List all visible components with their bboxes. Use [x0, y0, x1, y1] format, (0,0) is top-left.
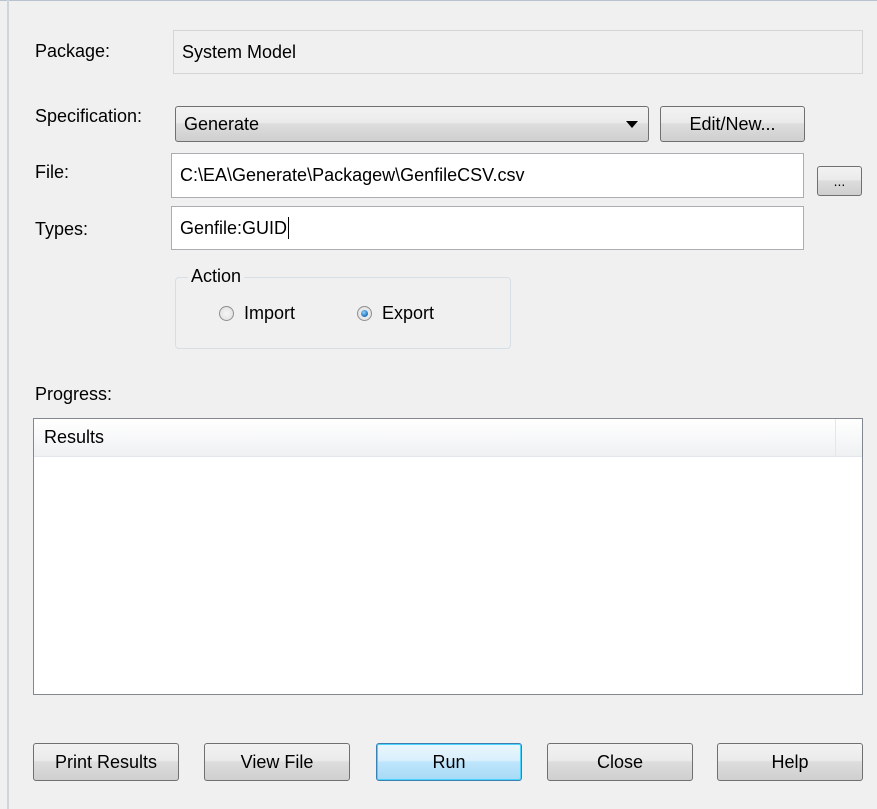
chevron-down-icon — [626, 121, 638, 128]
types-input[interactable]: Genfile:GUID — [171, 206, 804, 250]
radio-checked-icon — [357, 306, 372, 321]
file-path-input[interactable]: C:\EA\Generate\Packagew\GenfileCSV.csv — [171, 153, 804, 198]
types-value: Genfile:GUID — [180, 217, 288, 238]
dialog-left-edge — [7, 0, 9, 809]
results-column-header[interactable]: Results — [34, 419, 835, 457]
package-label: Package: — [35, 41, 111, 61]
filler-column-header — [836, 419, 862, 457]
export-radio-label: Export — [382, 303, 435, 323]
help-button[interactable]: Help — [717, 743, 863, 781]
specification-value: Generate — [184, 113, 260, 134]
radio-unchecked-icon — [219, 306, 234, 321]
run-button[interactable]: Run — [376, 743, 522, 781]
file-path-value: C:\EA\Generate\Packagew\GenfileCSV.csv — [180, 165, 525, 185]
edit-new-button[interactable]: Edit/New... — [660, 106, 805, 142]
file-label: File: — [35, 162, 70, 182]
import-radio-label: Import — [244, 303, 296, 323]
action-group-title: Action — [188, 266, 245, 287]
specification-dropdown[interactable]: Generate — [175, 106, 649, 142]
export-radio[interactable]: Export — [357, 303, 434, 324]
package-field: System Model — [173, 30, 863, 74]
specification-label: Specification: — [35, 106, 143, 126]
types-label: Types: — [35, 219, 89, 239]
dialog-top-edge — [0, 0, 877, 1]
print-results-button[interactable]: Print Results — [33, 743, 179, 781]
close-button[interactable]: Close — [547, 743, 693, 781]
view-file-button[interactable]: View File — [204, 743, 350, 781]
progress-label: Progress: — [35, 384, 113, 404]
import-radio[interactable]: Import — [219, 303, 295, 324]
browse-button[interactable]: ... — [817, 166, 862, 196]
package-value: System Model — [182, 41, 297, 62]
results-list[interactable]: Results — [33, 418, 863, 695]
text-cursor — [288, 217, 290, 239]
results-column-label: Results — [44, 427, 105, 447]
